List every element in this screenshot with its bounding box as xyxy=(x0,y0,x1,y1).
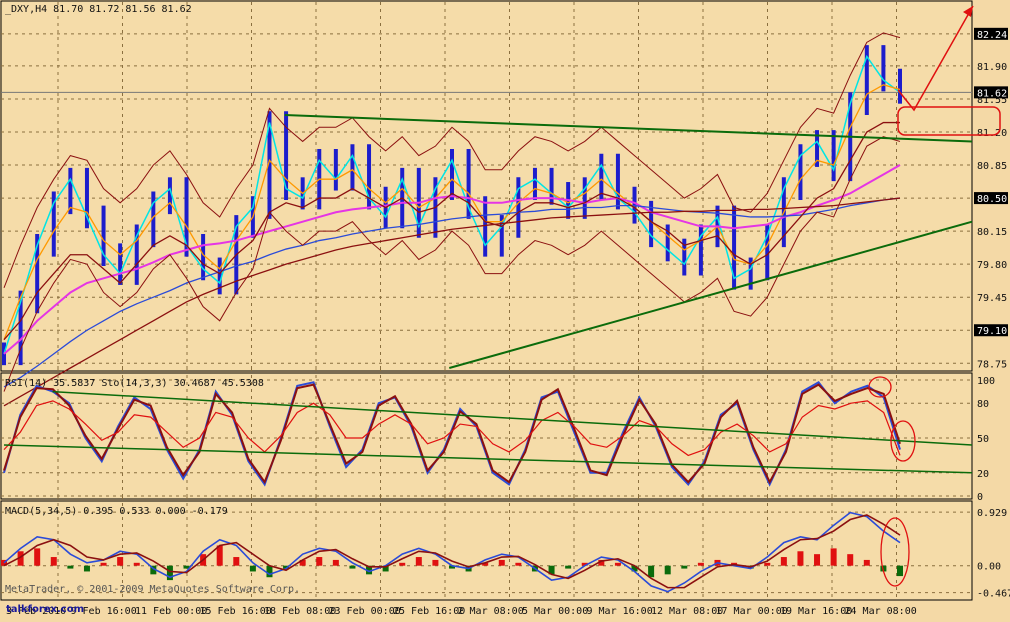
y-tick-label: 79.45 xyxy=(977,293,1007,304)
y-tick-label: 80.15 xyxy=(977,227,1007,238)
macd-histogram-bar xyxy=(664,565,671,575)
y-tick-label: 78.75 xyxy=(977,359,1007,370)
x-tick-label: 12 Mar 08:00 xyxy=(651,606,723,617)
macd-histogram-bar xyxy=(565,565,572,569)
y-tick-label: 0.929 xyxy=(977,508,1007,519)
macd-histogram-bar xyxy=(34,548,41,566)
metatrader-copyright: MetaTrader, © 2001-2009 MetaQuotes Softw… xyxy=(5,584,300,595)
y-tick-label: -0.467 xyxy=(977,589,1010,600)
macd-histogram-bar xyxy=(648,565,655,578)
x-tick-label: 15 Feb 16:00 xyxy=(200,606,272,617)
macd-histogram-bar xyxy=(266,565,273,578)
x-tick-label: 2 Mar 08:00 xyxy=(458,606,524,617)
y-tick-label: 79.10 xyxy=(977,326,1007,337)
macd-title: MACD(5,34,5) 0.395 0.533 0.000 -0.179 xyxy=(5,506,228,517)
x-tick-label: 24 Mar 08:00 xyxy=(845,606,917,617)
macd-histogram-bar xyxy=(349,565,356,569)
y-tick-label: 80 xyxy=(977,399,989,410)
x-tick-label: 23 Feb 00:00 xyxy=(329,606,401,617)
macd-histogram-bar xyxy=(847,554,854,566)
macd-histogram-bar xyxy=(498,559,505,566)
y-tick-label: 81.90 xyxy=(977,62,1007,73)
y-tick-label: 0 xyxy=(977,492,983,503)
macd-histogram-bar xyxy=(614,562,621,566)
y-tick-label: 20 xyxy=(977,469,989,480)
x-tick-label: 18 Feb 08:00 xyxy=(264,606,336,617)
price-title: _DXY,H4 81.70 81.72 81.56 81.62 xyxy=(5,4,192,15)
x-axis-labels: 3 Feb 2010 9 Feb 16:0011 Feb 00:0015 Feb … xyxy=(6,606,917,617)
macd-histogram-bar xyxy=(432,559,439,566)
macd-histogram-bar xyxy=(216,545,223,566)
x-tick-label: 9 Mar 16:00 xyxy=(587,606,653,617)
macd-histogram-bar xyxy=(316,557,323,566)
macd-histogram-bar xyxy=(50,557,57,566)
macd-histogram-bar xyxy=(133,562,140,566)
macd-histogram-bar xyxy=(764,562,771,566)
y-tick-label: 0.00 xyxy=(977,562,1001,573)
y-tick-label: 81.20 xyxy=(977,128,1007,139)
y-tick-label: 82.24 xyxy=(977,30,1007,41)
current-price-label: 81.62 xyxy=(977,88,1007,99)
y-tick-label: 80.85 xyxy=(977,161,1007,172)
y-tick-label: 50 xyxy=(977,434,989,445)
x-tick-label: 19 Mar 16:00 xyxy=(780,606,852,617)
macd-histogram-bar xyxy=(233,557,240,566)
x-tick-label: 25 Feb 16:00 xyxy=(393,606,465,617)
macd-histogram-bar xyxy=(83,565,90,572)
macd-histogram-bar xyxy=(681,565,688,569)
macd-histogram-bar xyxy=(863,559,870,566)
macd-histogram-bar xyxy=(697,562,704,566)
macd-histogram-bar xyxy=(797,551,804,566)
site-watermark: talkforex.com xyxy=(6,604,84,615)
x-tick-label: 11 Feb 00:00 xyxy=(135,606,207,617)
macd-histogram-bar xyxy=(830,548,837,566)
macd-histogram-bar xyxy=(415,557,422,566)
macd-histogram-bar xyxy=(399,562,406,566)
macd-histogram-bar xyxy=(814,554,821,566)
macd-histogram-bar xyxy=(117,557,124,566)
macd-histogram-bar xyxy=(897,565,903,577)
x-tick-label: 5 Mar 00:00 xyxy=(522,606,588,617)
y-tick-label: 100 xyxy=(977,376,995,387)
price-panel xyxy=(1,1,972,371)
macd-histogram-bar xyxy=(67,565,74,569)
y-axis-labels: 82.2481.9081.5581.2080.8580.5080.1579.80… xyxy=(974,27,1010,600)
forex-chart-window: 82.24 81.90 81.55 81.20 80.85 80.50 80.15 79.80… xyxy=(0,0,1010,618)
y-tick-label: 79.80 xyxy=(977,260,1007,271)
macd-histogram-bar xyxy=(332,559,339,566)
macd-histogram-bar xyxy=(780,557,787,566)
macd-histogram-bar xyxy=(515,562,522,566)
oscillator-title: RSI(14) 35.5837 Sto(14,3,3) 30.4687 45.5… xyxy=(5,378,264,389)
x-tick-label: 17 Mar 00:00 xyxy=(716,606,788,617)
chart-canvas: 82.2481.9081.5581.2080.8580.5080.1579.80… xyxy=(0,0,1010,617)
macd-histogram-bar xyxy=(100,562,107,566)
y-tick-label: 80.50 xyxy=(977,194,1007,205)
macd-histogram-bar xyxy=(249,565,256,572)
